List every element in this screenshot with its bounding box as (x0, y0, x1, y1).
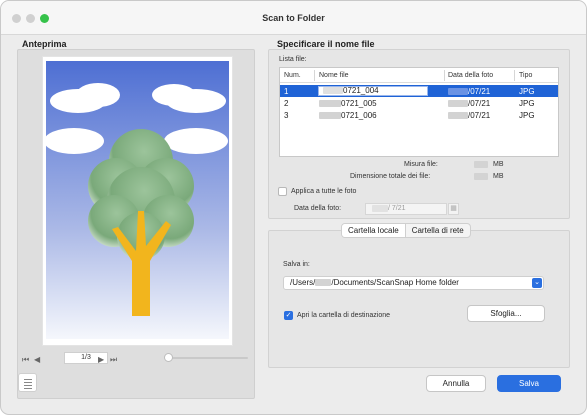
sidebar-toggle-icon[interactable] (18, 373, 37, 392)
table-row[interactable]: 2 0721_005 /07/21 JPG (280, 97, 558, 109)
photo-date-field[interactable]: / 7/21 (365, 203, 447, 215)
file-name-edit-field[interactable]: 0721_004 (318, 86, 428, 96)
row-name: 0721_005 (341, 99, 377, 108)
open-folder-checkbox[interactable]: ✓ (284, 311, 293, 320)
column-num[interactable]: Num. (284, 72, 301, 79)
chevron-down-icon[interactable]: ⌄ (532, 278, 542, 288)
apply-all-checkbox[interactable] (278, 187, 287, 196)
last-page-icon[interactable]: ⏭ (110, 355, 117, 365)
next-page-icon[interactable]: ▶ (98, 355, 104, 364)
file-size-value (474, 161, 488, 168)
table-row[interactable]: 3 0721_006 /07/21 JPG (280, 109, 558, 121)
total-size-value (474, 173, 488, 180)
tab-local-folder[interactable]: Cartella locale (342, 224, 405, 237)
row-name: 0721_006 (341, 111, 377, 120)
column-type[interactable]: Tipo (519, 72, 532, 79)
row-date: /07/21 (468, 111, 491, 120)
save-button[interactable]: Salva (497, 375, 561, 392)
row-type: JPG (519, 99, 535, 108)
preview-panel: ⏮ ◀ 1/3 ▶ ⏭ (17, 49, 255, 399)
scanned-image (46, 61, 229, 339)
title-bar: Scan to Folder (1, 1, 586, 35)
table-row[interactable]: 1 0721_004 /07/21 JPG (280, 85, 558, 97)
file-size-label: Misura file: (404, 161, 438, 168)
file-list-table: Num. Nome file Data della foto Tipo 1 07… (279, 67, 559, 157)
save-in-label: Salva in: (283, 261, 310, 268)
row-date: /07/21 (468, 87, 491, 96)
zoom-slider-knob[interactable] (164, 353, 173, 362)
apply-all-label: Applica a tutte le foto (291, 188, 357, 195)
zoom-slider[interactable] (170, 357, 248, 359)
browse-button[interactable]: Sfoglia... (467, 305, 545, 322)
table-header: Num. Nome file Data della foto Tipo (280, 68, 558, 83)
row-num: 2 (284, 99, 289, 108)
photo-date-label: Data della foto: (294, 205, 342, 212)
destination-panel (268, 230, 570, 368)
calendar-icon[interactable]: ▦ (448, 203, 459, 215)
preview-title: Anteprima (22, 39, 67, 49)
row-date: /07/21 (468, 99, 491, 108)
column-date[interactable]: Data della foto (448, 72, 493, 79)
file-list-label: Lista file: (279, 56, 307, 63)
save-path-select[interactable]: /Users//Documents/ScanSnap Home folder ⌄ (283, 276, 544, 290)
total-size-unit: MB (493, 173, 504, 180)
row-num: 1 (284, 87, 289, 96)
row-type: JPG (519, 87, 535, 96)
row-type: JPG (519, 111, 535, 120)
total-size-label: Dimensione totale dei file: (350, 173, 431, 180)
first-page-icon[interactable]: ⏮ (22, 355, 29, 365)
open-folder-label: Apri la cartella di destinazione (297, 312, 390, 319)
tab-network-folder[interactable]: Cartella di rete (404, 224, 470, 237)
prev-page-icon[interactable]: ◀ (34, 355, 40, 364)
window-title: Scan to Folder (262, 13, 325, 23)
cancel-button[interactable]: Annulla (426, 375, 486, 392)
destination-tabs: Cartella locale Cartella di rete (341, 223, 471, 238)
row-num: 3 (284, 111, 289, 120)
column-name[interactable]: Nome file (319, 72, 349, 79)
scan-to-folder-window: Scan to Folder Anteprima ⏮ ◀ 1/3 ▶ ⏭ Spe… (0, 0, 587, 415)
preview-page (42, 56, 233, 346)
file-size-unit: MB (493, 161, 504, 168)
file-name-title: Specificare il nome file (277, 39, 375, 49)
